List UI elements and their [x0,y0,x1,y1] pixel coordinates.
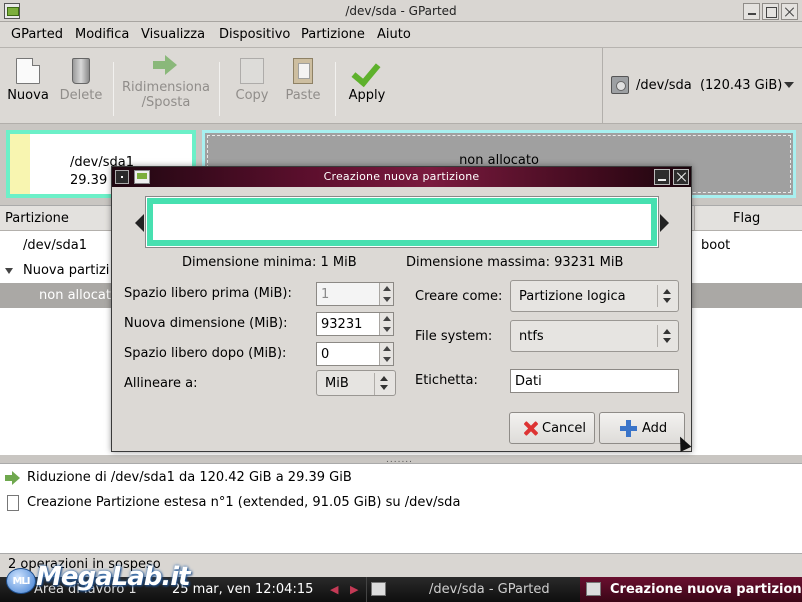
dialog-minimize-button[interactable] [654,169,670,185]
used-space-bar [10,134,30,194]
toolbar-separator [219,62,220,116]
dialog-title: Creazione nuova partizione [323,170,480,183]
column-partition[interactable]: Partizione [5,211,69,226]
device-selector[interactable]: /dev/sda (120.43 GiB) [602,48,802,124]
menubar: GParted Modifica Visualizza Dispositivo … [0,22,802,48]
gparted-app-icon [586,582,601,596]
slider-partition-area[interactable] [147,198,657,246]
new-partition-dialog: Creazione nuova partizione Dimensione mi… [111,166,692,452]
free-before-label: Spazio libero prima (MiB): [124,286,292,301]
resize-icon [5,470,21,486]
dropdown-arrow-icon [784,82,794,88]
prev-arrow-icon[interactable]: ◀ [330,583,338,596]
resize-arrow-icon [153,52,179,78]
partition-label-input[interactable]: Dati [510,369,679,393]
device-label: /dev/sda (120.43 GiB) [636,78,783,93]
task-gparted[interactable]: /dev/sda - GParted [366,577,578,602]
create-as-combo[interactable]: Partizione logica [510,280,679,312]
slider-left-handle-icon[interactable] [135,214,144,232]
pending-operations-list: Riduzione di /dev/sda1 da 120.42 GiB a 2… [0,463,802,553]
list-item[interactable]: Riduzione di /dev/sda1 da 120.42 GiB a 2… [0,466,802,490]
trash-icon [72,58,90,84]
add-icon [620,420,637,437]
dialog-close-button[interactable] [673,169,689,185]
max-size-label: Dimensione massima: 93231 MiB [406,255,624,270]
copy-button[interactable]: Copy [232,52,272,103]
pane-resize-handle[interactable]: ....... [0,455,802,465]
resize-move-button[interactable]: Ridimensiona /Sposta [121,46,211,110]
paste-button[interactable]: Paste [282,52,324,103]
new-document-icon [16,58,40,84]
filesystem-label: File system: [415,329,493,344]
list-item[interactable]: Creazione Partizione estesa n°1 (extende… [0,491,802,515]
task-new-partition[interactable]: Creazione nuova partizione [580,577,802,602]
spinner-arrows-icon[interactable] [379,313,393,335]
add-button[interactable]: Add [599,412,685,444]
menu-gparted[interactable]: GParted [11,27,63,42]
spinner-arrows-icon[interactable] [379,283,393,305]
menu-partizione[interactable]: Partizione [301,27,365,42]
maximize-button[interactable] [762,3,779,20]
minimize-button[interactable] [743,3,760,20]
toolbar-separator [335,62,336,116]
dialog-title-bar: Creazione nuova partizione [112,167,691,187]
spinner-arrows-icon[interactable] [379,343,393,365]
filesystem-combo[interactable]: ntfs [510,320,679,352]
min-size-label: Dimensione minima: 1 MiB [182,255,357,270]
clock: 25 mar, ven 12:04:15 [172,582,314,597]
spinner-arrows-icon [662,288,672,304]
harddisk-icon [611,76,629,94]
cancel-icon [522,420,538,436]
free-before-spinner[interactable]: 1 [316,282,394,306]
new-size-spinner[interactable]: 93231 [316,312,394,336]
window-title-bar: /dev/sda - GParted [0,0,802,22]
spinner-arrows-icon [662,328,672,344]
column-flag[interactable]: Flag [733,211,760,226]
size-slider[interactable] [133,196,671,248]
align-label: Allineare a: [124,376,198,391]
partition-label-label: Etichetta: [415,373,478,388]
toolbar-separator [113,62,114,116]
align-combo[interactable]: MiB [316,370,396,396]
menu-modifica[interactable]: Modifica [75,27,129,42]
menu-visualizza[interactable]: Visualizza [141,27,205,42]
paste-icon [293,58,313,84]
free-after-spinner[interactable]: 0 [316,342,394,366]
menu-dispositivo[interactable]: Dispositivo [219,27,290,42]
window-title: /dev/sda - GParted [345,4,457,18]
checkmark-icon [355,58,379,84]
watermark-logo: MLI MegaLab.it [6,562,191,598]
delete-partition-button[interactable]: Delete [56,52,106,103]
menu-aiuto[interactable]: Aiuto [377,27,411,42]
mli-badge: MLI [6,568,36,594]
close-button[interactable] [781,3,798,20]
apply-button[interactable]: Apply [345,52,389,103]
create-as-label: Creare come: [415,289,503,304]
next-arrow-icon[interactable]: ▶ [350,583,358,596]
free-after-label: Spazio libero dopo (MiB): [124,346,287,361]
gparted-app-icon [371,582,386,596]
new-size-label: Nuova dimensione (MiB): [124,316,288,331]
copy-icon [240,58,264,84]
new-partition-button[interactable]: Nuova [6,52,50,103]
cancel-button[interactable]: Cancel [509,412,595,444]
spinner-arrows-icon [379,375,389,391]
expander-arrow-icon[interactable] [5,268,13,274]
slider-right-handle-icon[interactable] [660,214,669,232]
document-icon [7,495,19,511]
